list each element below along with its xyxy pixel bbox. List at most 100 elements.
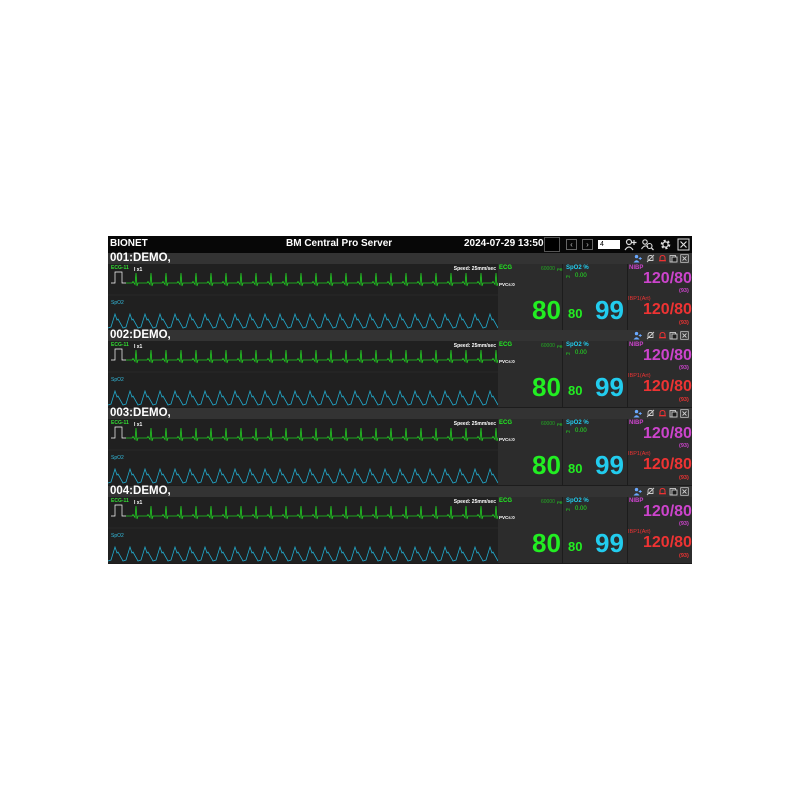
spo2-value: 99 [595,295,624,325]
bed-header: 002:DEMO, [108,329,692,341]
pi-label: PI [566,351,570,356]
alarm-silence-icon[interactable] [646,254,655,263]
ecg-param-label: ECG [499,342,513,348]
pi-value: 0.00 [575,350,587,356]
ecg-trace [126,505,498,520]
prev-page-button[interactable]: ‹ [566,239,577,250]
pressure-parameter-panel[interactable]: NIBP 120/80 (93) IBP1(Art) 120/80 (93) [628,341,692,407]
spo2-parameter-panel[interactable]: SpO2 % PI 0.00 80 99 [563,264,627,330]
close-bed-icon[interactable] [680,254,689,263]
bed-header: 004:DEMO, [108,485,692,497]
datetime-display: 2024-07-29 13:50 [464,238,544,249]
record-icon[interactable] [669,331,678,340]
pulse-rate-value: 80 [568,461,583,476]
waveform-traces [108,504,498,562]
patient-info-icon[interactable] [633,254,642,263]
pvc-count: PVCs:0 [499,437,515,442]
pressure-parameter-panel[interactable]: NIBP 120/80 (93) IBP1(Art) 120/80 (93) [628,497,692,563]
waveform-traces [108,271,498,329]
spo2-parameter-panel[interactable]: SpO2 % PI 0.00 80 99 [563,419,627,485]
ecg-trace [126,427,498,442]
ecg-parameter-panel[interactable]: ECG 60000 PR PVCs:0 80 [498,264,563,330]
calibration-pulse [111,504,126,517]
ecg-gain-label: I x1 [134,344,143,350]
patient-info-icon[interactable] [633,487,642,496]
calibration-pulse [111,271,126,284]
close-bed-icon[interactable] [680,331,689,340]
spo2-trace [108,467,498,484]
patient-info-icon[interactable] [633,409,642,418]
spo2-parameter-panel[interactable]: SpO2 % PI 0.00 80 99 [563,497,627,563]
spo2-value: 99 [595,528,624,558]
spo2-parameter-panel[interactable]: SpO2 % PI 0.00 80 99 [563,341,627,407]
spo2-wave-label: SpO2 [111,455,124,461]
alarm-silence-icon[interactable] [646,331,655,340]
bed-header: 001:DEMO, [108,252,692,264]
ecg-trace [126,349,498,364]
patient-info-icon[interactable] [633,331,642,340]
ecg-source-code: 60000 [541,421,555,427]
spo2-trace [108,312,498,329]
search-patient-icon[interactable] [641,238,654,251]
alarm-bell-icon[interactable] [658,254,667,263]
alarm-silence-icon[interactable] [646,487,655,496]
alarm-silence-icon[interactable] [646,409,655,418]
alarm-bell-icon[interactable] [658,487,667,496]
alarm-bell-icon[interactable] [658,331,667,340]
next-page-button[interactable]: › [582,239,593,250]
spo2-value: 99 [595,372,624,402]
nibp-label: NIBP [629,420,644,426]
spo2-param-label: SpO2 % [566,265,589,271]
ecg-unit: PR [557,422,563,427]
heart-rate-value: 80 [532,372,561,402]
pulse-rate-value: 80 [568,383,583,398]
pressure-parameter-panel[interactable]: NIBP 120/80 (93) IBP1(Art) 120/80 (93) [628,264,692,330]
nibp-mean: (93) [679,365,689,371]
record-icon[interactable] [669,409,678,418]
record-icon[interactable] [669,254,678,263]
waveform-area: ECG-11 I x1 Speed: 25mm/sec SpO2 [108,341,498,407]
ecg-unit: PR [557,500,563,505]
nibp-value: 120/80 [643,503,692,520]
add-patient-icon[interactable] [624,238,637,251]
pulse-rate-value: 80 [568,539,583,554]
ecg-param-label: ECG [499,265,513,271]
ecg-gain-label: I x1 [134,500,143,506]
gear-icon[interactable] [659,238,672,251]
alarm-bell-icon[interactable] [658,409,667,418]
bed-name: 002:DEMO, [110,329,171,341]
nibp-value: 120/80 [643,425,692,442]
pi-label: PI [566,274,570,279]
ecg-unit: PR [557,267,563,272]
nibp-value: 120/80 [643,270,692,287]
bed-tile[interactable]: 002:DEMO, ECG-11 I x1 Speed: 25mm/sec Sp… [108,329,692,407]
bed-tile[interactable]: 001:DEMO, ECG-11 I x1 Speed: 25mm/sec Sp… [108,252,692,330]
close-bed-icon[interactable] [680,487,689,496]
waveform-area: ECG-11 I x1 Speed: 25mm/sec SpO2 [108,419,498,485]
spo2-trace [108,545,498,562]
pi-value: 0.00 [575,506,587,512]
bed-name: 001:DEMO, [110,252,171,264]
bed-tile[interactable]: 003:DEMO, ECG-11 I x1 Speed: 25mm/sec Sp… [108,407,692,485]
close-bed-icon[interactable] [680,409,689,418]
sweep-speed-label: Speed: 25mm/sec [453,343,496,349]
nibp-label: NIBP [629,498,644,504]
pressure-parameter-panel[interactable]: NIBP 120/80 (93) IBP1(Art) 120/80 (93) [628,419,692,485]
ecg-parameter-panel[interactable]: ECG 60000 PR PVCs:0 80 [498,341,563,407]
close-icon[interactable] [677,238,690,251]
page-number-field[interactable]: 4 [598,240,620,249]
ecg-parameter-panel[interactable]: ECG 60000 PR PVCs:0 80 [498,419,563,485]
ibp-mean: (93) [679,320,689,326]
nibp-value: 120/80 [643,347,692,364]
brand-label: BIONET [110,238,148,249]
pvc-count: PVCs:0 [499,515,515,520]
nibp-mean: (93) [679,521,689,527]
bed-tile[interactable]: 004:DEMO, ECG-11 I x1 Speed: 25mm/sec Sp… [108,485,692,563]
record-icon[interactable] [669,487,678,496]
ecg-parameter-panel[interactable]: ECG 60000 PR PVCs:0 80 [498,497,563,563]
ibp-value: 120/80 [643,301,692,318]
spo2-param-label: SpO2 % [566,498,589,504]
ecg-gain-label: I x1 [134,422,143,428]
nibp-label: NIBP [629,342,644,348]
ecg-unit: PR [557,344,563,349]
